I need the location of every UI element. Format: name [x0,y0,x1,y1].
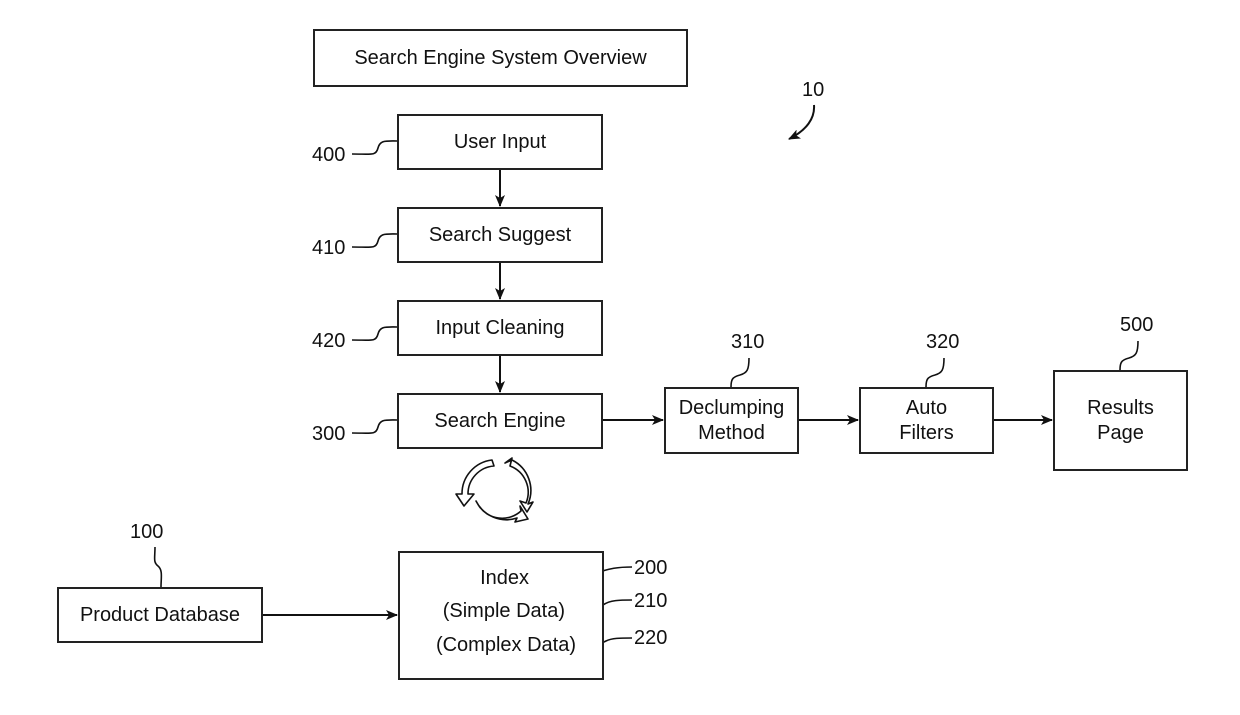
node-label-line2: Filters [899,421,954,444]
node-label: Search Engine [434,409,566,432]
node-auto-filters: Auto Filters [859,387,994,454]
node-product-database: Product Database [57,587,263,643]
node-input-cleaning: Input Cleaning [397,300,603,356]
ref-210: 210 [634,590,668,612]
node-search-engine: Search Engine [397,393,603,449]
node-results-page: Results Page [1053,370,1188,471]
node-label-line1: Results [1087,396,1154,419]
node-label: Search Suggest [428,223,572,246]
ref-420: 420 [312,330,346,352]
leader-500 [1119,340,1139,371]
ref-300: 300 [312,423,346,445]
leader-300 [351,419,398,435]
ref-220: 220 [634,627,668,649]
node-label-line2: Page [1097,421,1144,444]
diagram-title-box: Search Engine System Overview [313,29,688,87]
leader-420 [351,326,398,342]
ref-320: 320 [926,331,960,353]
node-label-line1: Declumping [678,396,785,419]
ref-410: 410 [312,237,346,259]
figure-ref-arrow [788,104,816,140]
diagram-title: Search Engine System Overview [354,46,647,69]
ref-500: 500 [1120,314,1154,336]
node-label: Input Cleaning [435,316,565,339]
node-user-input: User Input [397,114,603,170]
leader-310 [730,357,750,388]
index-line-complex-data: (Complex Data) [435,634,576,656]
figure-ref-label: 10 [802,79,825,101]
ref-310: 310 [731,331,765,353]
recycle-arrows-icon [455,457,534,523]
leader-410 [351,233,398,249]
node-search-suggest: Search Suggest [397,207,603,263]
node-label: Product Database [79,603,241,626]
leader-320 [925,357,945,388]
node-label: User Input [453,130,547,153]
leader-400 [351,140,398,156]
index-line-simple-data: (Simple Data) [442,600,565,622]
index-line-index: Index [480,567,529,589]
node-label-line1: Auto [905,396,948,419]
node-declumping-method: Declumping Method [664,387,799,454]
ref-100: 100 [130,521,164,543]
node-label-line2: Method [698,421,765,444]
ref-400: 400 [312,144,346,166]
ref-200: 200 [634,557,668,579]
leader-100 [153,546,163,588]
